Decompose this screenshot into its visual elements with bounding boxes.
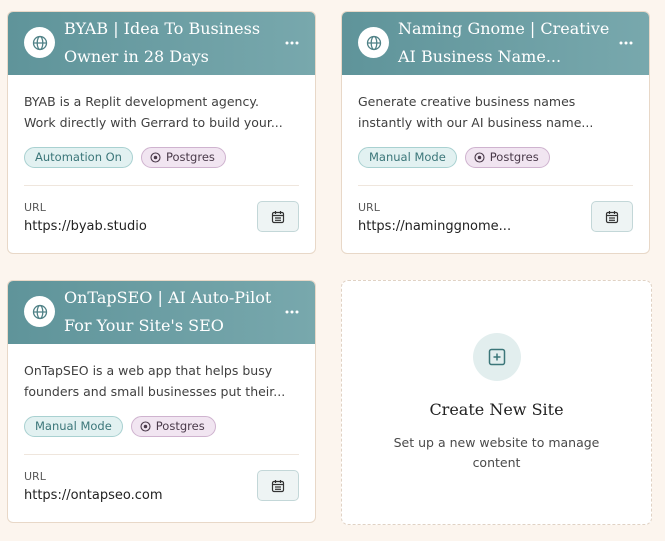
create-new-site-title: Create New Site: [429, 400, 564, 419]
schedule-button[interactable]: [257, 470, 299, 501]
site-card[interactable]: BYAB | Idea To Business Owner in 28 Days…: [7, 11, 316, 254]
more-horizontal-icon: [619, 41, 633, 45]
create-new-site-card[interactable]: Create New Site Set up a new website to …: [341, 280, 652, 525]
url-label: URL: [358, 201, 380, 214]
circle-dot-icon: [150, 152, 161, 163]
globe-icon: [24, 27, 55, 58]
calendar-icon: [271, 210, 285, 223]
mode-badge: Manual Mode: [358, 147, 457, 168]
schedule-button[interactable]: [257, 201, 299, 232]
card-header: OnTapSEO | AI Auto-Pilot For Your Site's…: [8, 281, 315, 344]
site-title: Naming Gnome | Creative AI Business Name…: [398, 19, 610, 66]
database-badge-label: Postgres: [155, 419, 205, 433]
circle-dot-icon: [140, 421, 151, 432]
site-title: BYAB | Idea To Business Owner in 28 Days: [64, 19, 261, 66]
site-url[interactable]: https://naminggnome...: [358, 219, 511, 234]
site-card[interactable]: Naming Gnome | Creative AI Business Name…: [341, 11, 650, 254]
site-description: OnTapSEO is a web app that helps busy fo…: [24, 363, 286, 399]
mode-badge: Automation On: [24, 147, 133, 168]
circle-dot-icon: [474, 152, 485, 163]
card-header: Naming Gnome | Creative AI Business Name…: [342, 12, 649, 75]
card-header: BYAB | Idea To Business Owner in 28 Days: [8, 12, 315, 75]
create-new-site-subtitle: Set up a new website to manage content: [393, 435, 600, 470]
site-url[interactable]: https://ontapseo.com: [24, 488, 163, 503]
database-badge: Postgres: [130, 416, 216, 437]
site-description: BYAB is a Replit development agency. Wor…: [24, 94, 283, 130]
divider: [24, 185, 299, 186]
calendar-icon: [605, 210, 619, 223]
divider: [24, 454, 299, 455]
more-options-button[interactable]: [615, 36, 637, 50]
site-description: Generate creative business names instant…: [358, 94, 594, 130]
more-options-button[interactable]: [281, 305, 303, 319]
site-url[interactable]: https://byab.studio: [24, 219, 147, 234]
more-options-button[interactable]: [281, 36, 303, 50]
calendar-icon: [271, 479, 285, 492]
mode-badge: Manual Mode: [24, 416, 123, 437]
schedule-button[interactable]: [591, 201, 633, 232]
site-card[interactable]: OnTapSEO | AI Auto-Pilot For Your Site's…: [7, 280, 316, 523]
database-badge: Postgres: [464, 147, 550, 168]
globe-icon: [24, 296, 55, 327]
database-badge-label: Postgres: [165, 150, 215, 164]
url-label: URL: [24, 201, 46, 214]
url-label: URL: [24, 470, 46, 483]
divider: [358, 185, 633, 186]
plus-square-icon: [473, 333, 521, 381]
database-badge: Postgres: [140, 147, 226, 168]
database-badge-label: Postgres: [489, 150, 539, 164]
more-horizontal-icon: [285, 41, 299, 45]
more-horizontal-icon: [285, 310, 299, 314]
site-title: OnTapSEO | AI Auto-Pilot For Your Site's…: [64, 288, 272, 335]
globe-icon: [358, 27, 389, 58]
